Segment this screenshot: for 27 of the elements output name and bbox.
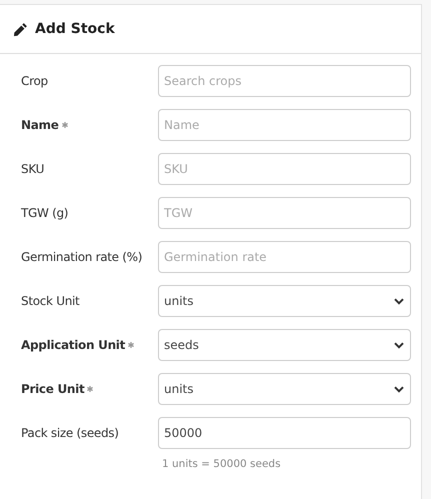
field-label: Germination rate (%) (21, 250, 142, 264)
field-label: TGW (g) (21, 206, 68, 220)
required-icon (62, 122, 68, 128)
input-field[interactable]: TGW (158, 197, 411, 229)
select-field[interactable]: units (158, 285, 411, 317)
field-label: Name (21, 118, 59, 132)
field-label: Stock Unit (21, 294, 80, 308)
card-title: Add Stock (35, 21, 115, 37)
chevron-down-icon (394, 298, 404, 304)
select-field[interactable]: units (158, 373, 411, 405)
field-label: Crop (21, 74, 48, 88)
help-text: 1 units = 50000 seeds (162, 458, 282, 470)
field-label: SKU (21, 162, 44, 176)
input-field[interactable]: 50000 (158, 417, 411, 449)
chevron-down-icon (394, 342, 404, 348)
field-label: Pack size (seeds) (21, 426, 119, 440)
field-label: Application Unit (21, 338, 126, 352)
input-field[interactable]: Germination rate (158, 241, 411, 273)
input-field[interactable]: SKU (158, 153, 411, 185)
input-field[interactable]: Name (158, 109, 411, 141)
field-label: Price Unit (21, 382, 84, 396)
select-field[interactable]: seeds (158, 329, 411, 361)
required-icon (128, 342, 134, 348)
pencil-icon (13, 22, 28, 36)
input-field[interactable]: Search crops (158, 65, 411, 97)
required-icon (87, 386, 94, 392)
chevron-down-icon (394, 386, 404, 392)
